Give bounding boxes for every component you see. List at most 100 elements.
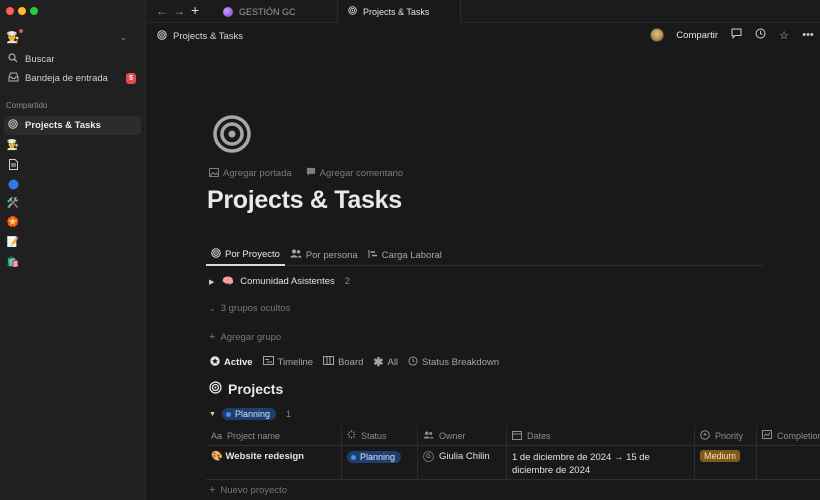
cell-priority[interactable]: Medium (695, 446, 757, 479)
tab-label: Board (338, 356, 364, 368)
cell-owner[interactable]: G Giulia Chilin (418, 446, 507, 479)
target-icon (209, 381, 222, 397)
tab-status-breakdown[interactable]: Status Breakdown (404, 351, 503, 373)
new-tab-plus-icon[interactable]: + (191, 2, 199, 18)
date-range: 1 de diciembre de 2024 → 15 de diciembre… (512, 452, 650, 476)
sidebar-item-search[interactable]: Buscar (4, 50, 141, 69)
add-comment-label: Agregar comentario (319, 168, 404, 179)
sidebar-item-memo-icon[interactable]: 📝 (7, 236, 19, 248)
group-label: Comunidad Asistentes (240, 276, 335, 287)
tab-projects-tasks[interactable]: Projects & Tasks (337, 0, 461, 23)
more-options-icon[interactable]: ••• (802, 29, 814, 41)
cell-status[interactable]: Planning (342, 446, 418, 479)
column-header-dates[interactable]: Dates (507, 426, 695, 445)
tab-timeline[interactable]: Timeline (259, 351, 318, 373)
view-tabs-database: Active Timeline Board ✱ All Status Break… (206, 351, 764, 373)
column-header-owner[interactable]: Owner (418, 426, 507, 445)
add-cover-button[interactable]: Agregar portada (209, 167, 292, 180)
workspace-switcher[interactable]: 👨‍🍳 ⌄ (6, 28, 127, 44)
image-icon (209, 167, 219, 180)
forward-arrow-icon[interactable]: → (173, 4, 185, 18)
comment-icon[interactable] (730, 28, 742, 42)
cell-dates[interactable]: 1 de diciembre de 2024 → 15 de diciembre… (507, 446, 695, 479)
sidebar-item-document-icon[interactable] (7, 158, 19, 170)
new-project-button[interactable]: + Nuevo proyecto (209, 484, 287, 496)
tab-por-persona[interactable]: Por persona (285, 244, 363, 266)
page-topbar: Projects & Tasks Compartir ☆ ••• (147, 24, 820, 50)
view-tabs-primary: Por Proyecto Por persona Carga Laboral (206, 244, 764, 266)
status-dot (351, 454, 356, 460)
main-content: Agregar portada Agregar comentario Proje… (147, 50, 820, 500)
tab-gestion-gc[interactable]: GESTIÓN GC (213, 0, 337, 23)
chevron-down-icon[interactable]: ⌄ (119, 32, 127, 43)
avatar[interactable] (650, 28, 665, 42)
sidebar-item-shopping-bags-icon[interactable]: 🛍️ (7, 256, 19, 268)
caret-right-icon[interactable]: ▶ (209, 278, 214, 286)
tab-label: Por persona (305, 249, 358, 261)
column-header-priority[interactable]: Priority (695, 426, 757, 445)
breadcrumb[interactable]: Projects & Tasks (157, 30, 243, 43)
column-header-project-name[interactable]: Aa Project name (206, 426, 342, 445)
tab-label: All (387, 356, 399, 368)
subgroup-count: 1 (285, 409, 291, 419)
sidebar-item-label: Projects & Tasks (25, 120, 101, 131)
zoom-window-button[interactable] (30, 7, 38, 15)
sidebar-item-tools-icon[interactable]: 🛠️ (7, 197, 19, 209)
share-button[interactable]: Compartir (676, 30, 718, 41)
target-icon (211, 247, 221, 261)
add-group-button[interactable]: + Agregar grupo (209, 331, 281, 343)
tab-label: Por Proyecto (225, 248, 280, 260)
inbox-count-badge: 5 (126, 73, 136, 84)
comment-icon (306, 167, 316, 180)
tab-label: GESTIÓN GC (239, 6, 296, 17)
tab-active[interactable]: Active (206, 351, 257, 373)
tab-por-proyecto[interactable]: Por Proyecto (206, 244, 285, 266)
page-title[interactable]: Projects & Tasks (207, 186, 402, 215)
sidebar-item-projects-tasks[interactable]: Projects & Tasks (4, 116, 141, 135)
cell-completion[interactable] (757, 446, 820, 479)
history-clock-icon[interactable] (754, 28, 766, 42)
tab-carga-laboral[interactable]: Carga Laboral (363, 244, 447, 266)
database-title[interactable]: Projects (209, 381, 283, 397)
add-cover-label: Agregar portada (223, 168, 292, 179)
status-pill: Planning (221, 408, 276, 420)
group-count: 2 (344, 276, 351, 287)
subgroup-planning[interactable]: ▼ Planning 1 (209, 408, 291, 420)
table-header: Aa Project name Status Owner Dates Prior… (206, 426, 820, 446)
project-name: Website redesign (225, 451, 304, 462)
hidden-groups-label: 3 grupos ocultos (220, 303, 291, 314)
hidden-groups-toggle[interactable]: ⌄ 3 grupos ocultos (209, 303, 290, 314)
add-comment-button[interactable]: Agregar comentario (306, 167, 403, 180)
workspace-icon: 👨‍🍳 (6, 28, 23, 44)
section-label-shared[interactable]: Compartido (6, 101, 47, 110)
sidebar-item-inbox[interactable]: Bandeja de entrada 5 (4, 69, 141, 88)
sidebar-item-blue-circle-icon[interactable] (7, 178, 19, 190)
back-arrow-icon[interactable]: ← (156, 4, 168, 18)
caret-down-icon[interactable]: ▼ (209, 411, 216, 418)
star-icon[interactable]: ☆ (778, 29, 790, 42)
group-comunidad-asistentes[interactable]: ▶ 🧠 Comunidad Asistentes 2 (209, 276, 350, 287)
close-window-button[interactable] (6, 7, 14, 15)
tab-label: Carga Laboral (381, 249, 442, 261)
target-icon (157, 30, 167, 43)
database-title-label: Projects (228, 381, 284, 397)
cell-project-name[interactable]: 🎨 Website redesign (206, 446, 342, 479)
column-header-completion[interactable]: Completion (757, 426, 820, 445)
text-type-icon: Aa (211, 430, 223, 441)
tab-label: Active (224, 356, 253, 368)
tab-board[interactable]: Board (319, 351, 367, 373)
column-label: Status (361, 430, 387, 441)
window-controls (6, 7, 38, 15)
status-pill-label: Planning (234, 409, 270, 419)
gantt-icon (368, 249, 378, 262)
sidebar-item-crown-user-icon[interactable]: 👨‍🍳 (7, 139, 19, 151)
column-header-status[interactable]: Status (342, 426, 418, 445)
sidebar-item-pinwheel-icon[interactable]: 🏵️ (7, 216, 19, 228)
minimize-window-button[interactable] (18, 7, 26, 15)
plus-icon: + (209, 484, 216, 496)
tab-all[interactable]: ✱ All (369, 351, 402, 373)
status-pill: Planning (347, 451, 402, 463)
inbox-icon (7, 72, 19, 85)
page-target-icon[interactable] (212, 114, 252, 157)
table-row[interactable]: 🎨 Website redesign Planning G Giulia Chil… (206, 446, 820, 480)
